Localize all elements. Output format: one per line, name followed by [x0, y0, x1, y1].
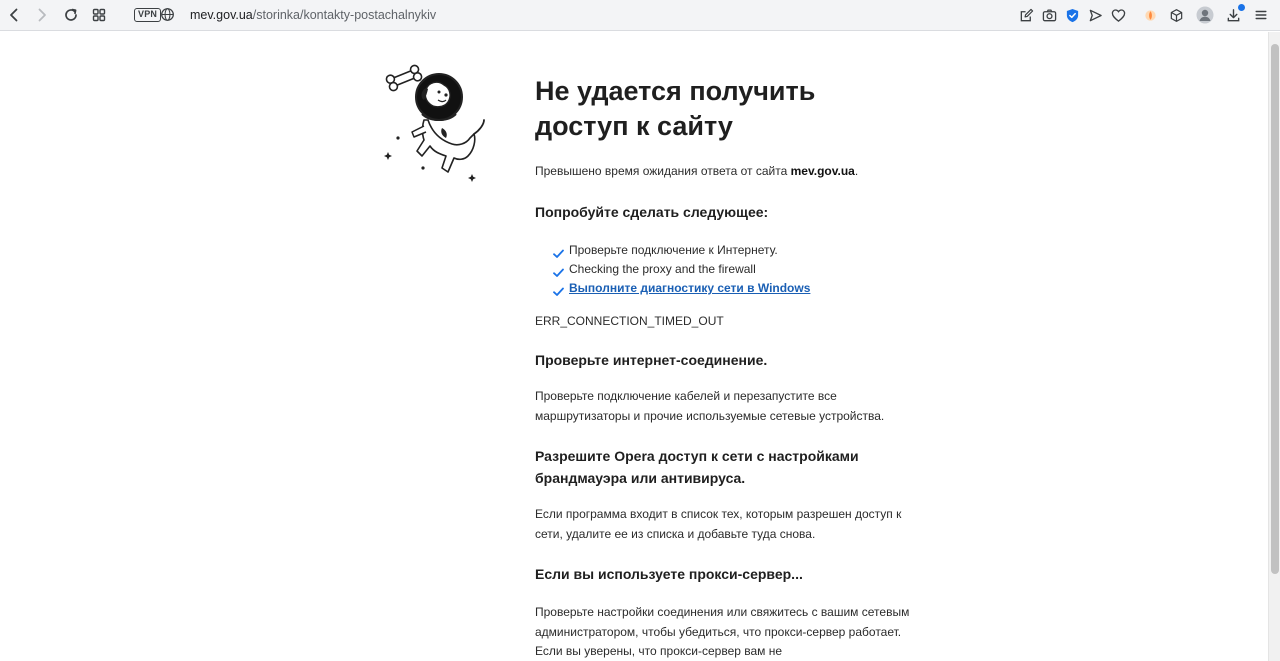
reload-icon[interactable]	[60, 4, 82, 26]
error-code: ERR_CONNECTION_TIMED_OUT	[535, 314, 724, 329]
shield-icon[interactable]	[1061, 4, 1083, 26]
url-host: mev.gov.ua	[190, 8, 253, 22]
edit-icon[interactable]	[1015, 4, 1037, 26]
error-content: Не удается получить доступ к сайту Превы…	[535, 74, 915, 661]
vpn-badge[interactable]: VPN	[134, 8, 162, 22]
cube-icon[interactable]	[1165, 4, 1187, 26]
suggestion-text: Checking the proxy and the firewall	[569, 261, 756, 276]
check-icon	[553, 284, 564, 303]
windows-diagnostics-link[interactable]: Выполните диагностику сети в Windows	[569, 281, 810, 295]
download-notification-dot	[1238, 4, 1245, 11]
suggestion-item: Проверьте подключение к Интернету.	[535, 241, 915, 260]
back-icon[interactable]	[3, 4, 25, 26]
section-text: Проверьте настройки соединения или свяжи…	[535, 605, 910, 659]
send-icon[interactable]	[1084, 4, 1106, 26]
page-title: Не удается получить доступ к сайту	[535, 76, 816, 141]
url-text[interactable]: mev.gov.ua/storinka/kontakty-postachalny…	[190, 8, 436, 22]
suggestion-item: Выполните диагностику сети в Windows	[535, 279, 915, 298]
extension-icon[interactable]	[1139, 4, 1161, 26]
url-path: /storinka/kontakty-postachalnykiv	[252, 8, 437, 22]
tabs-grid-icon[interactable]	[88, 4, 110, 26]
section-heading: Разрешите Opera доступ к сети с настройк…	[535, 448, 859, 487]
try-heading: Попробуйте сделать следующее:	[535, 203, 769, 220]
vertical-scrollbar[interactable]	[1268, 32, 1280, 661]
address-bar[interactable]: VPN mev.gov.ua/storinka/kontakty-postach…	[120, 2, 1000, 29]
section-heading: Проверьте интернет-соединение.	[535, 352, 768, 369]
timeout-suffix: .	[854, 164, 859, 178]
forward-icon[interactable]	[31, 4, 53, 26]
scrollbar-thumb[interactable]	[1271, 44, 1279, 574]
section-heading: Если вы используете прокси-сервер...	[535, 566, 803, 583]
astronaut-dog-illustration	[378, 60, 492, 190]
section-text: Если программа входит в список тех, кото…	[535, 507, 902, 541]
timeout-message: Превышено время ожидания ответа от сайта…	[535, 162, 915, 182]
browser-toolbar: VPN mev.gov.ua/storinka/kontakty-postach…	[0, 0, 1280, 31]
suggestion-text: Проверьте подключение к Интернету.	[569, 242, 778, 257]
section-text: Проверьте подключение кабелей и перезапу…	[535, 389, 885, 423]
camera-icon[interactable]	[1038, 4, 1060, 26]
timeout-prefix: Превышено время ожидания ответа от сайта	[535, 164, 791, 178]
avatar-icon[interactable]	[1194, 4, 1216, 26]
globe-icon[interactable]	[160, 7, 175, 27]
heart-icon[interactable]	[1107, 4, 1129, 26]
suggestion-item: Checking the proxy and the firewall	[535, 260, 915, 279]
menu-icon[interactable]	[1250, 4, 1272, 26]
suggestions-list: Проверьте подключение к Интернету. Check…	[535, 241, 915, 299]
timeout-host: mev.gov.ua	[790, 164, 855, 178]
